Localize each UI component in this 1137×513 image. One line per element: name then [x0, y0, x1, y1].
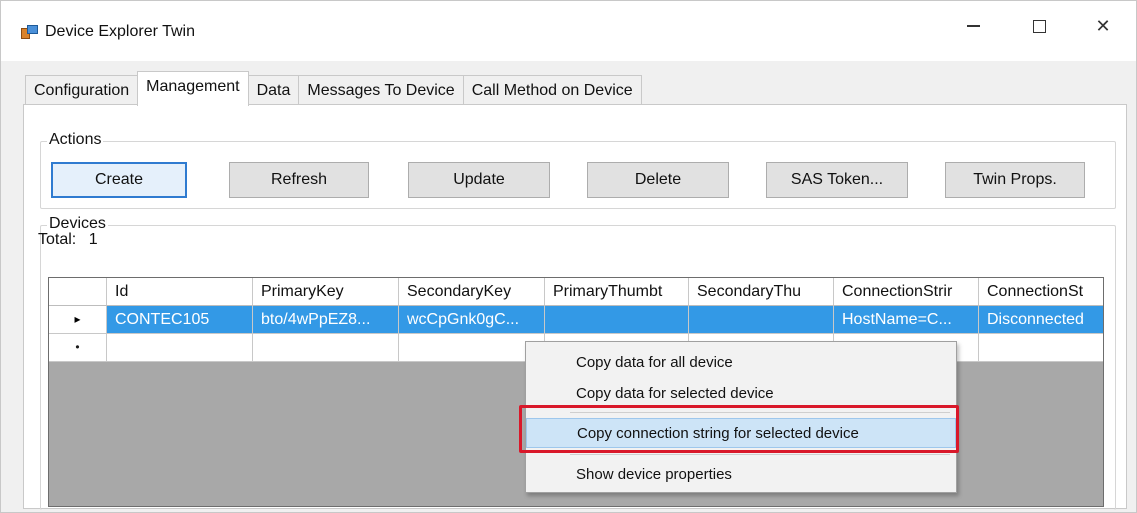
maximize-button[interactable]: [1017, 11, 1061, 41]
column-header-id[interactable]: Id: [107, 278, 253, 306]
total-label: Total:: [38, 231, 77, 248]
cell-connectionstring[interactable]: HostName=C...: [834, 306, 979, 334]
cell-primarythumbprint[interactable]: [545, 306, 689, 334]
menu-item-copy-all[interactable]: Copy data for all device: [526, 348, 956, 378]
window-title: Device Explorer Twin: [45, 23, 195, 40]
table-row[interactable]: ▸ CONTEC105 bto/4wPpEZ8... wcCpGnk0gC...…: [49, 306, 1103, 334]
tab-configuration[interactable]: Configuration: [25, 75, 139, 105]
new-cell-secondarykey[interactable]: [399, 334, 545, 362]
cell-id[interactable]: CONTEC105: [107, 306, 253, 334]
column-header-connectionstate[interactable]: ConnectionSt: [979, 278, 1103, 306]
row-header-corner: [49, 278, 107, 306]
refresh-button[interactable]: Refresh: [229, 162, 369, 198]
column-header-secondarythumbprint[interactable]: SecondaryThu: [689, 278, 834, 306]
column-header-connectionstring[interactable]: ConnectionStrir: [834, 278, 979, 306]
highlight-box: [519, 405, 959, 453]
device-total: Total: 1: [38, 231, 98, 249]
tab-management[interactable]: Management: [137, 71, 249, 106]
total-value: 1: [88, 231, 98, 248]
tab-data[interactable]: Data: [247, 75, 300, 105]
column-header-secondarykey[interactable]: SecondaryKey: [399, 278, 545, 306]
create-button[interactable]: Create: [51, 162, 187, 198]
menu-separator: [570, 454, 950, 455]
close-button[interactable]: ✕: [1081, 11, 1125, 41]
new-row-marker-icon: •: [49, 334, 107, 362]
new-cell-id[interactable]: [107, 334, 253, 362]
minimize-icon: [966, 25, 980, 27]
tab-messages-to-device[interactable]: Messages To Device: [298, 75, 464, 105]
cell-primarykey[interactable]: bto/4wPpEZ8...: [253, 306, 399, 334]
new-cell-primarykey[interactable]: [253, 334, 399, 362]
menu-item-show-properties[interactable]: Show device properties: [526, 460, 956, 490]
grid-header-row: Id PrimaryKey SecondaryKey PrimaryThumbt…: [49, 278, 1103, 306]
minimize-button[interactable]: [951, 11, 995, 41]
actions-group-label: Actions: [47, 131, 104, 149]
new-cell-connectionstate[interactable]: [979, 334, 1103, 362]
cell-secondarykey[interactable]: wcCpGnk0gC...: [399, 306, 545, 334]
delete-button[interactable]: Delete: [587, 162, 729, 198]
sas-token-button[interactable]: SAS Token...: [766, 162, 908, 198]
actions-group: Actions Create Refresh Update Delete SAS…: [40, 131, 1116, 209]
close-icon: ✕: [1095, 15, 1111, 36]
title-bar: Device Explorer Twin ✕: [1, 1, 1136, 61]
tab-strip: Configuration Management Data Messages T…: [25, 71, 642, 106]
maximize-icon: [1032, 19, 1046, 33]
column-header-primarythumbprint[interactable]: PrimaryThumbt: [545, 278, 689, 306]
twin-props-button[interactable]: Twin Props.: [945, 162, 1085, 198]
app-icon: [21, 25, 39, 41]
app-window: Device Explorer Twin ✕ Configuration Man…: [0, 0, 1137, 513]
cell-secondarythumbprint[interactable]: [689, 306, 834, 334]
tab-call-method-on-device[interactable]: Call Method on Device: [462, 75, 642, 105]
column-header-primarykey[interactable]: PrimaryKey: [253, 278, 399, 306]
row-selector-icon[interactable]: ▸: [49, 306, 107, 334]
update-button[interactable]: Update: [408, 162, 550, 198]
cell-connectionstate[interactable]: Disconnected: [979, 306, 1103, 334]
